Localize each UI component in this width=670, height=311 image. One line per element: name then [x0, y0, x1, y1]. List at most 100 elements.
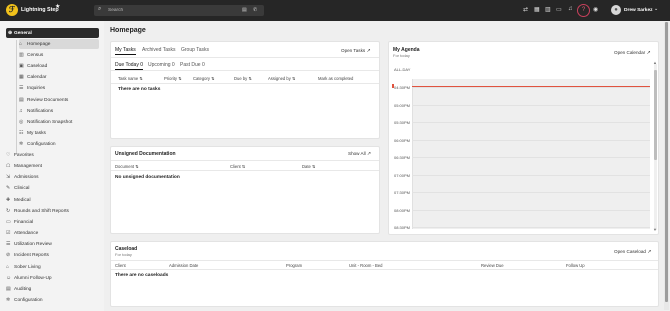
sidebar-item-utilization-review[interactable]: ☰ Utilization Review — [6, 239, 52, 249]
tab-my-tasks[interactable]: My Tasks — [115, 47, 136, 55]
column-header-priority[interactable]: Priority ⇅ — [164, 76, 182, 81]
sidebar-item-admissions[interactable]: ⇲ Admissions — [6, 172, 39, 182]
column-label: Priority — [164, 76, 178, 81]
column-header-due-by[interactable]: Due by ⇅ — [234, 76, 252, 81]
sort-icon[interactable]: ⇅ — [247, 76, 252, 81]
eye-icon[interactable]: ◉ — [593, 6, 598, 13]
sidebar-item-review-documents[interactable]: ▤ Review Documents — [19, 95, 99, 105]
calendar-icon[interactable]: ▦ — [534, 6, 540, 13]
time-slot-label: 06:00PM — [394, 137, 411, 143]
sidebar-item-favorites[interactable]: ♡ Favorites — [6, 150, 34, 160]
column-label: Review Due — [481, 263, 504, 268]
open-caseload-link[interactable]: Open Caseload ↗ — [614, 249, 651, 255]
sidebar-item-configuration[interactable]: ✲ Configuration — [19, 139, 99, 149]
app-name: Lightning Step — [21, 7, 59, 13]
open-calendar-link[interactable]: Open Calendar ↗ — [614, 50, 651, 56]
sort-icon[interactable]: ⇅ — [311, 164, 316, 169]
scroll-down-icon[interactable]: ▼ — [653, 227, 657, 232]
sort-icon[interactable]: ⇅ — [177, 76, 182, 81]
sidebar-item-configuration[interactable]: ✲ Configuration — [6, 295, 43, 305]
help-icon[interactable]: ? — [577, 4, 590, 17]
sidebar-item-label: Utilization Review — [14, 242, 52, 248]
sort-icon[interactable]: ⇅ — [241, 164, 246, 169]
sidebar-item-inquiries[interactable]: ☰ Inquiries — [19, 83, 99, 93]
sidebar-item-sober-living[interactable]: ⌂ Sober Living — [6, 262, 41, 272]
sidebar-item-medical[interactable]: ✚ Medical — [6, 195, 31, 205]
bell-icon[interactable]: ♫ — [568, 6, 573, 12]
time-slot-line — [412, 104, 650, 106]
home-icon: ⌂ — [19, 41, 23, 47]
column-header-client[interactable]: Client — [115, 263, 126, 268]
sidebar-item-incident-reports[interactable]: ⊘ Incident Reports — [6, 250, 49, 260]
sidebar-item-my-tasks[interactable]: ☷ My tasks — [19, 128, 99, 138]
handshake-icon[interactable]: ⇄ — [523, 6, 528, 13]
sort-icon[interactable]: ⇅ — [210, 76, 215, 81]
column-header-date[interactable]: Date ⇅ — [302, 164, 316, 169]
sidebar-item-clinical[interactable]: ✎ Clinical — [6, 183, 29, 193]
tab-due-today[interactable]: Due Today 0 — [115, 62, 143, 70]
chat-icon[interactable]: ▭ — [556, 6, 562, 13]
tab-upcoming[interactable]: Upcoming 0 — [148, 62, 175, 68]
favorite-star-icon[interactable]: ★ — [55, 3, 60, 10]
phone-icon[interactable]: ✆ — [253, 7, 257, 13]
sort-icon[interactable]: ⇅ — [291, 76, 296, 81]
column-header-assigned-by[interactable]: Assigned by ⇅ — [268, 76, 296, 81]
column-header-task-name[interactable]: Task name ⇅ — [118, 76, 143, 81]
user-name[interactable]: Drew Sarkez — [624, 8, 653, 13]
tab-group-tasks[interactable]: Group Tasks — [181, 47, 209, 53]
open-tasks-link[interactable]: Open Tasks ↗ — [341, 48, 371, 54]
time-slot-label: 05:00PM — [394, 102, 411, 108]
scroll-up-icon[interactable]: ▲ — [653, 60, 657, 65]
tab-past-due[interactable]: Past Due 0 — [180, 62, 205, 68]
column-header-review-due[interactable]: Review Due — [481, 263, 504, 268]
search-input[interactable] — [108, 7, 228, 14]
sidebar-item-label: Configuration — [27, 141, 56, 147]
page-scrollbar-thumb[interactable] — [665, 22, 668, 302]
show-all-link[interactable]: Show All ↗ — [348, 151, 371, 157]
app-logo[interactable]: ℱ — [6, 4, 18, 16]
sidebar-item-rounds-and-shift-reports[interactable]: ↻ Rounds and Shift Reports — [6, 206, 69, 216]
time-slot-line — [412, 227, 650, 228]
sidebar-item-census[interactable]: ▥ Census — [19, 50, 99, 60]
column-header-follow-up[interactable]: Follow Up — [566, 263, 585, 268]
sort-icon[interactable]: ⇅ — [134, 164, 139, 169]
show-all-label: Show All — [348, 151, 366, 156]
sidebar-item-label: Medical — [14, 197, 31, 203]
column-label: Unit - Room - Bed — [349, 263, 383, 268]
column-header-admission-date[interactable]: Admission Date — [169, 263, 198, 268]
sidebar-item-calendar[interactable]: ▦ Calendar — [19, 72, 99, 82]
sidebar-item-management[interactable]: ☖ Management — [6, 161, 42, 171]
unsigned-docs-title: Unsigned Documentation — [115, 151, 176, 157]
sidebar-item-notification-snapshot[interactable]: ◎ Notification Snapshot — [19, 117, 99, 127]
sidebar-item-homepage[interactable]: ⌂ Homepage — [19, 39, 99, 49]
agenda-scrollbar-thumb[interactable] — [654, 70, 657, 160]
chevron-down-icon[interactable]: ⌄ — [654, 6, 658, 12]
sort-icon[interactable]: ⇅ — [138, 76, 143, 81]
agenda-grid[interactable] — [412, 79, 650, 229]
search-box[interactable]: ⌕ ▤ ✆ — [94, 5, 264, 16]
sidebar-item-financial[interactable]: ▭ Financial — [6, 217, 33, 227]
avatar[interactable]: ● — [611, 5, 621, 15]
unsigned-divider — [111, 160, 379, 161]
column-header-unit-room-bed[interactable]: Unit - Room - Bed — [349, 263, 383, 268]
sidebar-item-attendance[interactable]: ☑ Attendance — [6, 228, 38, 238]
column-header-document[interactable]: Document ⇅ — [115, 164, 139, 169]
sidebar-item-caseload[interactable]: ▣ Caseload — [19, 61, 99, 71]
sidebar-item-label: Homepage — [27, 42, 51, 47]
arrow-up-right-icon: ↗ — [366, 151, 372, 157]
tab-archived-tasks[interactable]: Archived Tasks — [142, 47, 176, 53]
column-label: Task name — [118, 76, 139, 81]
grid-icon[interactable]: ▥ — [545, 6, 551, 13]
chart-icon: ▥ — [19, 52, 24, 59]
sidebar-item-alumni-follow-up[interactable]: ☺ Alumni Follow-Up — [6, 273, 52, 283]
sidebar-item-auditing[interactable]: ▤ Auditing — [6, 284, 31, 294]
id-card-icon[interactable]: ▤ — [242, 7, 247, 13]
column-header-category[interactable]: Category ⇅ — [193, 76, 215, 81]
sidebar-item-general[interactable]: ⊕ General — [6, 28, 99, 38]
sidebar-item-notifications[interactable]: ♫ Notifications — [19, 106, 99, 116]
column-header-client[interactable]: Client ⇅ — [230, 164, 245, 169]
column-header-mark-as-completed[interactable]: Mark as completed — [318, 76, 353, 81]
time-slot-line — [412, 209, 650, 211]
incident-icon: ⊘ — [6, 252, 11, 259]
column-header-program[interactable]: Program — [286, 263, 302, 268]
